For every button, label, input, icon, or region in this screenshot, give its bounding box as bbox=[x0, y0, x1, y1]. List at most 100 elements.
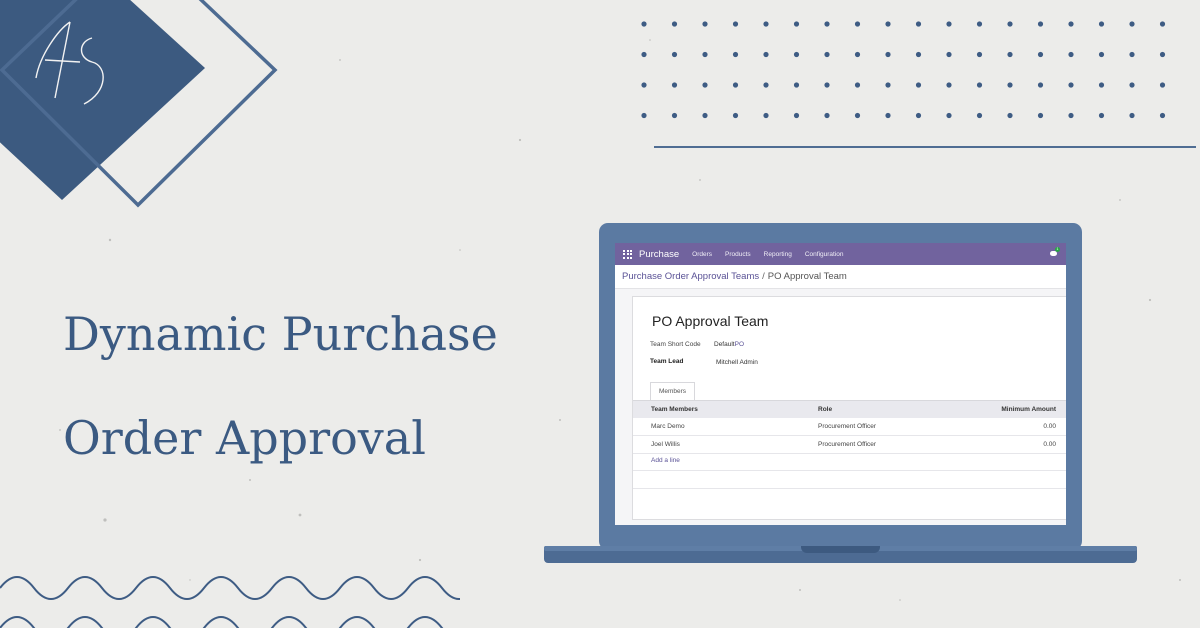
decor-dot bbox=[793, 21, 800, 27]
decor-dot bbox=[793, 82, 800, 88]
cell-member: Joel Willis bbox=[651, 441, 680, 448]
chat-badge: 1 bbox=[1055, 247, 1060, 252]
decor-dot bbox=[1037, 112, 1044, 119]
laptop-notch bbox=[801, 546, 880, 553]
decor-dot bbox=[671, 21, 678, 27]
members-table-header: Team Members Role Minimum Amount bbox=[633, 401, 1066, 418]
laptop-base bbox=[544, 546, 1137, 563]
decor-dot bbox=[824, 51, 830, 58]
decor-dot bbox=[976, 82, 983, 88]
divider-line bbox=[654, 146, 1196, 148]
col-team-members[interactable]: Team Members bbox=[651, 406, 698, 413]
cell-role: Procurement Officer bbox=[818, 441, 877, 448]
decor-dot bbox=[732, 112, 739, 119]
decor-dot bbox=[1007, 21, 1013, 27]
decor-dot bbox=[1129, 51, 1135, 58]
brand-logo bbox=[0, 0, 278, 208]
cell-role: Procurement Officer bbox=[818, 423, 877, 430]
breadcrumb-parent[interactable]: Purchase Order Approval Teams bbox=[622, 271, 759, 282]
breadcrumb: Purchase Order Approval Teams / PO Appro… bbox=[615, 265, 1066, 289]
menu-reporting[interactable]: Reporting bbox=[764, 251, 792, 258]
decor-dot bbox=[1159, 21, 1166, 27]
team-lead-label: Team Lead bbox=[650, 358, 684, 365]
headline: Dynamic Purchase Order Approval bbox=[63, 282, 543, 490]
decor-dot bbox=[702, 82, 708, 88]
decor-dot bbox=[1037, 51, 1044, 58]
decor-dot bbox=[824, 112, 830, 119]
cell-amount: 0.00 bbox=[1043, 441, 1056, 448]
decor-dot bbox=[824, 21, 830, 27]
decor-dot bbox=[793, 112, 800, 119]
decor-dot bbox=[885, 21, 891, 27]
tab-members[interactable]: Members bbox=[650, 382, 695, 401]
cell-member: Marc Demo bbox=[651, 423, 685, 430]
decor-dot bbox=[1098, 51, 1105, 58]
short-code-field[interactable]: DefaultPO bbox=[714, 341, 744, 348]
decor-dot bbox=[732, 21, 739, 27]
decor-dot bbox=[854, 112, 861, 119]
decor-dot bbox=[1068, 51, 1074, 58]
decor-dot bbox=[1037, 82, 1044, 88]
wave-decoration bbox=[0, 576, 460, 628]
table-row[interactable]: Joel Willis Procurement Officer 0.00 bbox=[633, 436, 1066, 454]
decor-dot bbox=[641, 82, 647, 88]
decor-dot bbox=[854, 51, 861, 58]
dot-grid-decoration bbox=[641, 21, 1166, 119]
add-line-link[interactable]: Add a line bbox=[651, 457, 680, 464]
form-title[interactable]: PO Approval Team bbox=[652, 313, 768, 329]
decor-dot bbox=[824, 82, 830, 88]
menu-orders[interactable]: Orders bbox=[692, 251, 712, 258]
decor-dot bbox=[976, 112, 983, 119]
chat-icon[interactable]: 1 bbox=[1050, 247, 1060, 257]
breadcrumb-separator: / bbox=[762, 271, 765, 282]
decor-dot bbox=[854, 21, 861, 27]
apps-grid-icon[interactable] bbox=[623, 249, 632, 259]
breadcrumb-current: PO Approval Team bbox=[767, 271, 847, 282]
sheet-divider bbox=[633, 488, 1066, 489]
decor-dot bbox=[1098, 21, 1105, 27]
decor-dot bbox=[702, 112, 708, 119]
headline-line-1: Dynamic Purchase bbox=[63, 307, 498, 361]
decor-dot bbox=[763, 51, 769, 58]
decor-dot bbox=[763, 21, 769, 27]
decor-dot bbox=[702, 21, 708, 27]
decor-dot bbox=[915, 82, 922, 88]
decor-dot bbox=[671, 51, 678, 58]
app-name[interactable]: Purchase bbox=[639, 249, 679, 260]
decor-dot bbox=[885, 82, 891, 88]
decor-dot bbox=[1159, 112, 1166, 119]
decor-dot bbox=[763, 82, 769, 88]
decor-dot bbox=[885, 51, 891, 58]
decor-dot bbox=[976, 51, 983, 58]
col-minimum-amount[interactable]: Minimum Amount bbox=[1001, 406, 1056, 413]
decor-dot bbox=[1098, 112, 1105, 119]
col-role[interactable]: Role bbox=[818, 406, 832, 413]
decor-dot bbox=[793, 51, 800, 58]
decor-dot bbox=[671, 112, 678, 119]
headline-line-2: Order Approval bbox=[63, 411, 426, 465]
table-row[interactable]: Marc Demo Procurement Officer 0.00 bbox=[633, 418, 1066, 436]
decor-dot bbox=[641, 51, 647, 58]
decor-dot bbox=[641, 112, 647, 119]
decor-dot bbox=[641, 21, 647, 27]
decor-dot bbox=[854, 82, 861, 88]
cell-amount: 0.00 bbox=[1043, 423, 1056, 430]
decor-dot bbox=[702, 51, 708, 58]
menu-configuration[interactable]: Configuration bbox=[805, 251, 844, 258]
decor-dot bbox=[1098, 82, 1105, 88]
decor-dot bbox=[1159, 82, 1166, 88]
decor-dot bbox=[1129, 21, 1135, 27]
menu-products[interactable]: Products bbox=[725, 251, 751, 258]
decor-dot bbox=[1068, 82, 1074, 88]
short-code-label: Team Short Code bbox=[650, 341, 701, 348]
decor-dot bbox=[1159, 51, 1166, 58]
laptop-screen: Purchase Orders Products Reporting Confi… bbox=[615, 243, 1066, 525]
form-sheet: PO Approval Team Team Short Code Default… bbox=[632, 296, 1066, 520]
decor-dot bbox=[1037, 21, 1044, 27]
decor-dot bbox=[946, 82, 952, 88]
decor-dot bbox=[732, 82, 739, 88]
team-lead-field[interactable]: Mitchell Admin bbox=[716, 359, 758, 366]
decor-dot bbox=[1129, 112, 1135, 119]
decor-dot bbox=[1068, 21, 1074, 27]
decor-dot bbox=[976, 21, 983, 27]
